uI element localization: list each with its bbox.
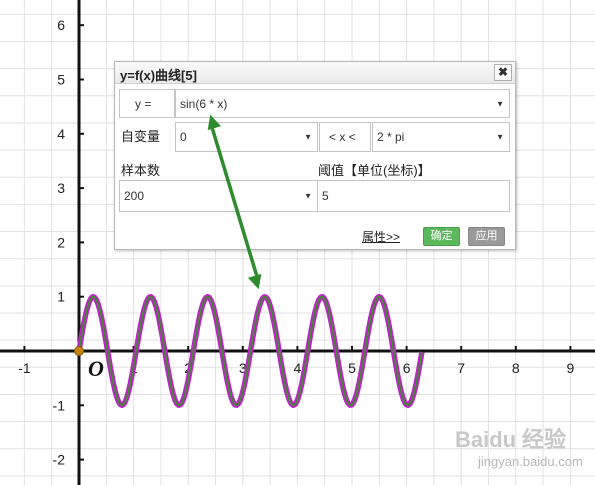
x-tick-label: 9 — [567, 360, 575, 376]
x-tick-label: 4 — [294, 360, 302, 376]
threshold-value: 5 — [322, 189, 329, 203]
y-tick-label: -1 — [53, 397, 66, 413]
apply-button[interactable]: 应用 — [468, 227, 505, 246]
x-range-label: < x < — [329, 130, 356, 144]
y-tick-label: -2 — [53, 452, 66, 468]
x-tick-label: 8 — [512, 360, 520, 376]
watermark-logo: Baidu — [455, 427, 516, 452]
dialog-title: y=f(x)曲线[5] — [120, 68, 197, 83]
samples-value: 200 — [124, 189, 145, 203]
variable-label: 自变量 — [121, 129, 161, 144]
x-tick-label: -1 — [18, 360, 31, 376]
y-label-box: y = — [119, 89, 175, 118]
y-tick-label: 5 — [57, 72, 65, 88]
watermark-site: jingyan.baidu.com — [477, 454, 583, 469]
expression-value: sin(6 * x) — [180, 96, 228, 111]
watermark-name: 经验 — [522, 427, 566, 452]
y-label: y = — [135, 96, 152, 111]
x-tick-label: 6 — [403, 360, 411, 376]
close-icon[interactable]: ✖ — [494, 64, 512, 81]
x-tick-label: 5 — [348, 360, 356, 376]
dialog-titlebar[interactable]: y=f(x)曲线[5] ✖ — [115, 62, 515, 84]
chevron-down-icon[interactable]: ▼ — [304, 133, 312, 142]
origin-label: O — [88, 356, 104, 381]
baidu-watermark: Baidu 经验 jingyan.baidu.com — [455, 427, 583, 469]
x-max-combobox[interactable]: 2 * pi ▼ — [372, 122, 510, 152]
ok-button[interactable]: 确定 — [423, 227, 460, 246]
threshold-label: 阈值【单位(坐标)】 — [318, 163, 431, 178]
curve-start-point[interactable] — [74, 346, 84, 356]
properties-link[interactable]: 属性>> — [362, 228, 400, 245]
y-tick-label: 1 — [57, 289, 65, 305]
samples-combobox[interactable]: 200 ▼ — [119, 180, 318, 212]
y-tick-label: 2 — [57, 234, 65, 250]
x-max-value: 2 * pi — [377, 130, 405, 144]
x-range-label-box: < x < — [319, 122, 371, 152]
chevron-down-icon[interactable]: ▼ — [496, 133, 504, 142]
x-min-combobox[interactable]: 0 ▼ — [175, 122, 318, 152]
y-tick-label: 6 — [57, 17, 65, 33]
threshold-input[interactable]: 5 — [317, 180, 510, 212]
expression-combobox[interactable]: sin(6 * x) ▼ — [175, 89, 510, 118]
y-tick-label: 3 — [57, 180, 65, 196]
y-tick-label: 4 — [57, 126, 65, 142]
x-min-value: 0 — [180, 130, 187, 144]
chevron-down-icon[interactable]: ▼ — [496, 99, 504, 108]
samples-label: 样本数 — [121, 163, 161, 178]
chevron-down-icon[interactable]: ▼ — [304, 192, 312, 201]
x-tick-label: 7 — [457, 360, 465, 376]
curve-dialog: y=f(x)曲线[5] ✖ y = sin(6 * x) ▼ 自变量 0 ▼ <… — [114, 61, 516, 250]
